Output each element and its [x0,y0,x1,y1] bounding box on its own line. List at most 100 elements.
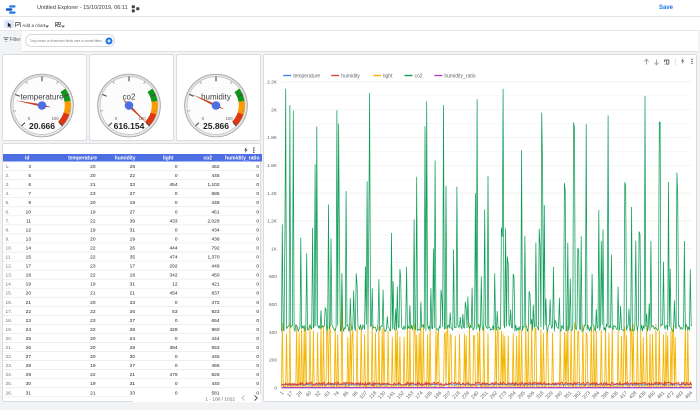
svg-text:130: 130 [377,390,387,400]
svg-text:174: 174 [414,390,424,400]
svg-text:humidity: humidity [115,156,136,162]
svg-text:0: 0 [256,327,259,333]
svg-text:13: 13 [26,236,32,242]
svg-text:800: 800 [269,274,277,280]
svg-text:19: 19 [90,363,96,369]
svg-text:449: 449 [211,264,219,270]
svg-text:342: 342 [169,273,177,279]
svg-text:14: 14 [26,245,32,251]
svg-text:600: 600 [269,302,277,308]
svg-text:63: 63 [323,390,331,398]
svg-text:0: 0 [256,245,259,251]
svg-text:2.2K: 2.2K [267,80,278,86]
svg-text:12: 12 [172,282,178,288]
svg-text:5.: 5. [6,200,10,206]
svg-text:1: 1 [279,390,285,396]
svg-text:450: 450 [211,273,219,279]
svg-text:28: 28 [130,327,136,333]
svg-text:1,370: 1,370 [207,255,219,261]
svg-text:23: 23 [90,318,96,324]
svg-text:141: 141 [386,390,396,400]
svg-text:35: 35 [130,255,136,261]
svg-text:7.: 7. [6,218,10,224]
svg-text:10.: 10. [6,245,13,251]
svg-text:0: 0 [256,318,259,324]
svg-text:17: 17 [286,390,294,398]
svg-text:26: 26 [130,245,136,251]
svg-text:0: 0 [256,273,259,279]
svg-text:30: 30 [130,354,136,360]
svg-text:21.: 21. [6,345,13,351]
svg-text:53: 53 [172,309,178,315]
svg-text:0: 0 [175,200,178,206]
svg-text:107: 107 [359,390,369,400]
svg-text:33: 33 [130,300,136,306]
svg-text:0: 0 [175,354,178,360]
svg-text:295: 295 [517,390,527,400]
svg-text:240: 240 [470,390,480,400]
svg-text:20: 20 [90,164,96,170]
svg-text:19.: 19. [6,327,13,333]
svg-text:406: 406 [610,390,620,400]
svg-text:25.866: 25.866 [203,121,229,131]
svg-text:25.: 25. [6,381,13,387]
svg-text:0: 0 [175,164,178,170]
svg-text:1.6K: 1.6K [267,163,278,169]
svg-text:466: 466 [211,363,219,369]
svg-text:461: 461 [211,209,219,215]
svg-text:251: 251 [479,390,489,400]
svg-text:373: 373 [582,390,592,400]
svg-text:472: 472 [211,300,219,306]
svg-text:co2: co2 [415,73,423,79]
svg-text:200: 200 [269,358,277,364]
svg-text:light: light [383,73,393,79]
svg-text:0: 0 [256,236,259,242]
svg-text:0: 0 [175,318,178,324]
svg-text:400: 400 [269,330,277,336]
svg-text:30: 30 [26,381,32,387]
svg-text:837: 837 [211,291,219,297]
svg-text:23: 23 [90,264,96,270]
svg-text:445: 445 [211,173,219,179]
svg-text:362: 362 [572,390,582,400]
svg-text:196: 196 [433,390,443,400]
svg-text:20.666: 20.666 [29,121,55,131]
svg-text:24.: 24. [6,372,13,378]
svg-text:1.8K: 1.8K [267,135,278,141]
svg-text:0: 0 [256,264,259,270]
svg-text:960: 960 [211,327,219,333]
svg-text:15: 15 [26,255,32,261]
svg-text:9.: 9. [6,236,10,242]
svg-text:20.: 20. [6,336,13,342]
svg-text:8.: 8. [6,227,10,233]
svg-text:0: 0 [256,291,259,297]
svg-text:31: 31 [130,381,136,387]
svg-text:28: 28 [26,363,32,369]
svg-text:10: 10 [26,209,32,215]
svg-text:0: 0 [256,381,259,387]
svg-text:22: 22 [90,273,96,279]
svg-text:306: 306 [526,390,536,400]
svg-text:0: 0 [256,345,259,351]
svg-text:6.: 6. [6,209,10,215]
svg-text:85: 85 [342,390,350,398]
svg-text:11: 11 [26,218,31,224]
svg-text:461: 461 [656,390,666,400]
svg-text:humidity: humidity [341,73,360,79]
svg-text:0: 0 [256,372,259,378]
svg-text:20: 20 [90,354,96,360]
svg-text:438: 438 [211,236,219,242]
svg-text:494: 494 [684,390,694,400]
svg-text:20: 20 [90,236,96,242]
svg-text:22: 22 [130,173,136,179]
svg-text:17: 17 [26,264,32,270]
svg-text:29: 29 [26,372,32,378]
svg-text:429: 429 [169,327,177,333]
svg-text:6: 6 [28,182,31,188]
svg-text:12.: 12. [6,264,13,270]
svg-text:479: 479 [169,372,177,378]
svg-text:22: 22 [90,255,96,261]
svg-text:7: 7 [28,191,31,197]
svg-text:22: 22 [90,309,96,315]
svg-text:1.2K: 1.2K [267,219,278,225]
